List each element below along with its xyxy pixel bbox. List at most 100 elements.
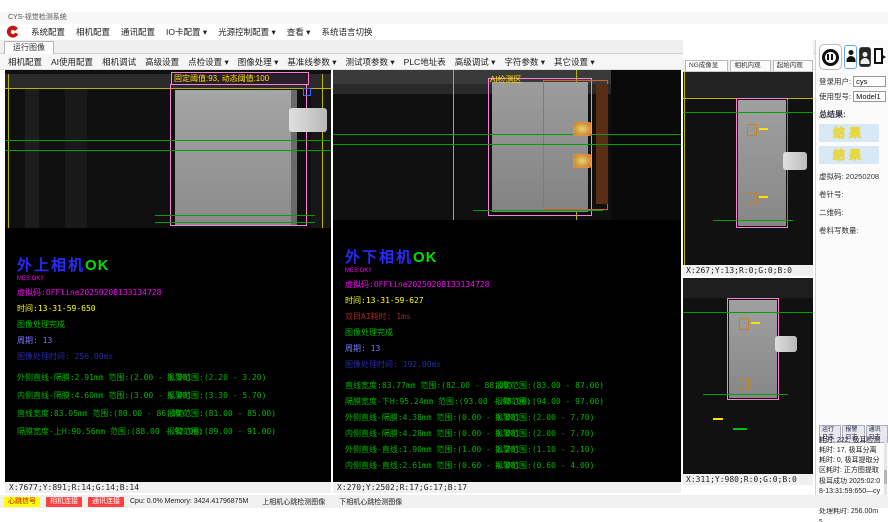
camera-status: OK bbox=[413, 249, 438, 266]
roi-rect bbox=[727, 298, 779, 400]
overlay-mark bbox=[759, 196, 768, 198]
measurement-value: 直线宽度:83.05mm 范围:(80.00 - 86.00) bbox=[17, 408, 167, 419]
menu-language-switch[interactable]: 系统语言切换 bbox=[321, 26, 372, 38]
menu-light-config[interactable]: 光源控制配置 ▾ bbox=[218, 26, 276, 38]
person-icon-body bbox=[846, 56, 855, 62]
camera-link-status-badge: 相机连接 bbox=[46, 497, 82, 507]
measurement-row: 隔膜宽度-下H:95.24mm 范围:(93.00 - 98.00)报警范围:(… bbox=[345, 396, 681, 407]
calibration-line-v bbox=[322, 74, 323, 228]
measure-line bbox=[333, 144, 681, 145]
measurement-value: 内侧直线-隔膜:4.60mm 范围:(3.00 - 6.00) bbox=[17, 390, 167, 401]
model-label: 使用型号: bbox=[819, 91, 851, 102]
pause-button[interactable] bbox=[819, 44, 842, 70]
marker-rect bbox=[739, 318, 749, 330]
login-user-row: 登录用户: cys bbox=[819, 76, 886, 87]
overlay-mark bbox=[713, 418, 723, 420]
user-login-button[interactable] bbox=[844, 45, 857, 69]
tool-test-params[interactable]: 测试项参数 ▾ bbox=[346, 56, 395, 68]
overlay-mark bbox=[733, 428, 747, 430]
machine-stripe bbox=[25, 88, 39, 228]
app-window: CYS-视觉检测系统 系统配置 相机配置 通讯配置 IO卡配置 ▾ 光源控制配置… bbox=[0, 0, 888, 522]
tool-baseline-params[interactable]: 基准线参数 ▾ bbox=[287, 56, 336, 68]
preview-tab-start-inner[interactable]: 起始内观图 bbox=[773, 60, 813, 71]
measurement-value: 外侧直线-隔膜:4.38mm 范围:(0.00 - 9.00) bbox=[345, 412, 495, 423]
menu-comm-config[interactable]: 通讯配置 bbox=[121, 26, 155, 38]
connector-part bbox=[289, 108, 327, 132]
cycle-line: 周期: 13 bbox=[345, 343, 681, 354]
measurement-row: 内侧直线-隔膜:4.28mm 范围:(0.00 - 9.00)报警范围:(2.0… bbox=[345, 428, 681, 439]
measurement-row: 外侧直线-隔膜:2.91mm 范围:(2.00 - 3.50)报警范围:(2.2… bbox=[17, 372, 331, 383]
preview-view-bottom[interactable] bbox=[683, 278, 813, 474]
process-done-line: 图像处理完成 bbox=[345, 327, 681, 338]
measure-line bbox=[155, 215, 315, 216]
preview-tab-camera-inner[interactable]: 相机内观图 bbox=[730, 60, 770, 71]
lower-camera-heartbeat-link[interactable]: 下相机心跳检测图像 bbox=[339, 497, 402, 507]
login-user-input[interactable]: cys bbox=[853, 76, 886, 87]
measurement-row: 外侧直线-直线:1.90mm 范围:(1.00 - 2.20)报警范围:(1.1… bbox=[345, 444, 681, 455]
calibration-line-v bbox=[453, 70, 454, 220]
machine-band bbox=[683, 72, 813, 98]
qr-code-field: 二维码: bbox=[819, 207, 886, 218]
camera-view-lower-outer[interactable]: AI检测区 bbox=[333, 70, 681, 220]
marker-rect bbox=[747, 192, 757, 204]
ai-time-line: 双目AI耗时: 1ms bbox=[345, 311, 681, 322]
result-indicator-2: 结果 bbox=[819, 146, 879, 164]
marker-rect bbox=[747, 124, 757, 136]
tool-char-params[interactable]: 字符参数 ▾ bbox=[504, 56, 545, 68]
barcode-line: 虚拟码:OFFline20250208133134728 bbox=[17, 287, 331, 298]
weld-spot bbox=[573, 122, 591, 136]
process-time-line: 图像处理时间: 256.00ms bbox=[17, 351, 331, 362]
tool-advanced-settings[interactable]: 高级设置 bbox=[145, 56, 179, 68]
user-switch-button[interactable] bbox=[859, 47, 871, 67]
measurement-row: 内侧直线-直线:2.61mm 范围:(0.60 - 4.00)报警范围:(0.6… bbox=[345, 460, 681, 471]
cycle-line: 周期: 13 bbox=[17, 335, 331, 346]
measure-line bbox=[713, 220, 793, 221]
measure-line bbox=[5, 150, 331, 151]
tool-advanced-debug[interactable]: 高级调试 ▾ bbox=[455, 56, 496, 68]
alarm-range: 报警范围:(2.00 - 7.70) bbox=[495, 428, 594, 439]
camera-name: 外下相机 bbox=[345, 249, 413, 266]
upper-camera-heartbeat-link[interactable]: 上相机心跳检测图像 bbox=[262, 497, 325, 507]
log-scrollbar[interactable] bbox=[884, 436, 887, 496]
camera-status: OK bbox=[85, 257, 110, 274]
preview-column: NG成像显示 相机内观图 起始内观图 X:267;Y:13;R:0;G:0;B:… bbox=[683, 40, 813, 495]
log-scrollbar-thumb[interactable] bbox=[884, 470, 887, 484]
pixel-coords-preview-bottom: X:311;Y:980;R:0;G:0;B:0 bbox=[683, 474, 813, 485]
alarm-range: 报警范围:(83.00 - 87.00) bbox=[495, 380, 604, 391]
menu-system-config[interactable]: 系统配置 bbox=[31, 26, 65, 38]
menu-io-config[interactable]: IO卡配置 ▾ bbox=[166, 26, 207, 38]
tool-image-processing[interactable]: 图像处理 ▾ bbox=[238, 56, 279, 68]
measure-line bbox=[155, 222, 315, 223]
menu-camera-config[interactable]: 相机配置 bbox=[76, 26, 110, 38]
alarm-range: 报警范围:(0.60 - 4.00) bbox=[495, 460, 594, 471]
camera-view-upper-outer[interactable]: 固定阈值:93, 动态阈值:100 bbox=[5, 70, 331, 228]
camera-result-title: 外上相机OK bbox=[17, 254, 331, 275]
tool-plc-address[interactable]: PLC地址表 bbox=[404, 56, 446, 68]
tool-spot-check[interactable]: 点检设置 ▾ bbox=[188, 56, 229, 68]
overlay-mark bbox=[759, 128, 768, 130]
model-input[interactable]: Model1 bbox=[853, 91, 886, 102]
ai-region-text: AI检测区 bbox=[490, 75, 522, 84]
camera-name: 外上相机 bbox=[17, 257, 85, 274]
pixel-coords-lower-outer: X:270;Y:2502;R:17;G:17;B:17 bbox=[333, 482, 681, 493]
threshold-overlay: 固定阈值:93, 动态阈值:100 bbox=[171, 72, 309, 85]
camera-panel-upper-outer: 固定阈值:93, 动态阈值:100 外上相机OK MES:OK!! 虚拟码:OF… bbox=[5, 70, 331, 493]
alarm-range: 报警范围:(89.00 - 91.00) bbox=[167, 426, 276, 437]
tool-ai-config[interactable]: AI使用配置 bbox=[51, 56, 93, 68]
connector-part bbox=[783, 152, 807, 170]
tool-camera-debug[interactable]: 相机调试 bbox=[102, 56, 136, 68]
comm-link-status-badge: 通讯连接 bbox=[88, 497, 124, 507]
menu-view[interactable]: 查看 ▾ bbox=[287, 26, 311, 38]
tab-run-image[interactable]: 运行图像 bbox=[4, 41, 54, 54]
total-result-label: 总结果: bbox=[819, 109, 886, 120]
preview-view-top[interactable] bbox=[683, 72, 813, 265]
model-row: 使用型号: Model1 bbox=[819, 91, 886, 102]
measurement-value: 外侧直线-直线:1.90mm 范围:(1.00 - 2.20) bbox=[345, 444, 495, 455]
exit-button[interactable] bbox=[873, 47, 886, 67]
person-icon-body bbox=[861, 58, 870, 64]
tool-camera-config[interactable]: 相机配置 bbox=[8, 56, 42, 68]
exit-arrow-icon bbox=[881, 54, 886, 60]
tool-other-settings[interactable]: 其它设置 ▾ bbox=[554, 56, 595, 68]
preview-tab-ng-display[interactable]: NG成像显示 bbox=[685, 60, 728, 71]
alarm-range: 报警范围:(2.00 - 7.70) bbox=[495, 412, 594, 423]
